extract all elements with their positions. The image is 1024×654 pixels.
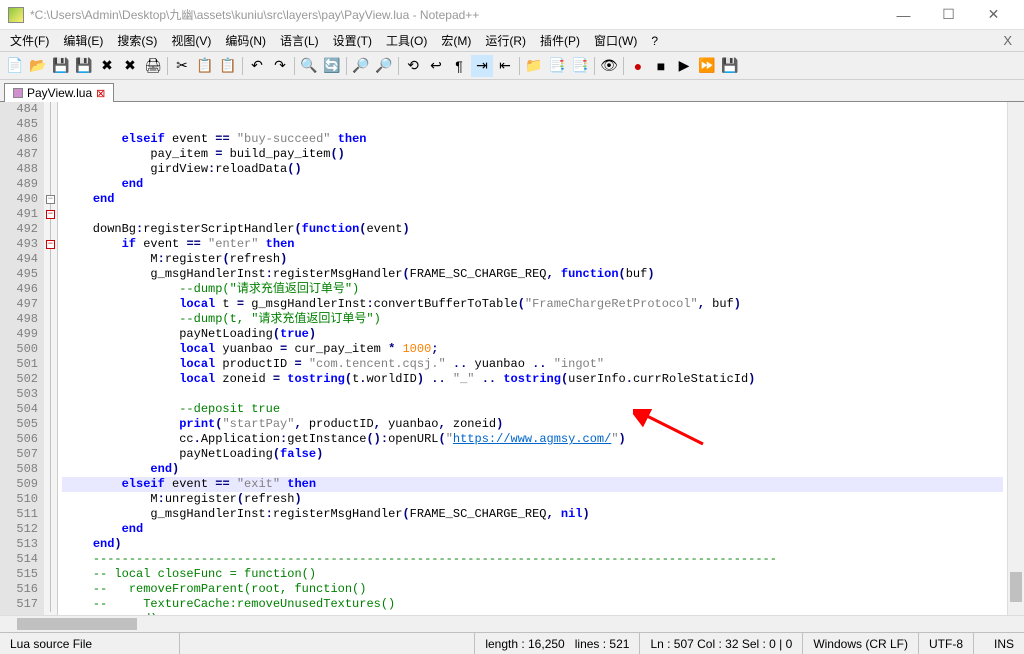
vertical-scrollbar[interactable] — [1007, 102, 1024, 615]
open-icon[interactable]: 📂 — [27, 55, 49, 77]
indent-icon[interactable]: ⇥ — [471, 55, 493, 77]
horizontal-scrollbar[interactable] — [0, 615, 1024, 632]
titlebar: *C:\Users\Admin\Desktop\九幽\assets\kuniu\… — [0, 0, 1024, 30]
map-icon[interactable]: 📑 — [569, 55, 591, 77]
app-icon — [8, 7, 24, 23]
tab-label: PayView.lua — [27, 86, 92, 100]
funclist-icon[interactable]: 📑 — [546, 55, 568, 77]
status-length: length : 16,250 lines : 521 — [475, 633, 640, 654]
status-encoding: UTF-8 — [919, 633, 974, 654]
line-gutter: 4844854864874884894904914924934944954964… — [0, 102, 44, 615]
menu-window[interactable]: 窗口(W) — [588, 30, 643, 51]
fold-column[interactable]: −−− — [44, 102, 58, 615]
sync-icon[interactable]: ⟲ — [402, 55, 424, 77]
menubar: 文件(F) 编辑(E) 搜索(S) 视图(V) 编码(N) 语言(L) 设置(T… — [0, 30, 1024, 52]
closeall-icon[interactable]: ✖ — [119, 55, 141, 77]
menu-view[interactable]: 视图(V) — [165, 30, 217, 51]
tab-payview[interactable]: PayView.lua ⊠ — [4, 83, 114, 102]
zoomin-icon[interactable]: 🔎 — [350, 55, 372, 77]
status-eol: Windows (CR LF) — [803, 633, 919, 654]
menu-language[interactable]: 语言(L) — [274, 30, 325, 51]
close-button[interactable]: ✕ — [971, 1, 1016, 29]
menu-tools[interactable]: 工具(O) — [380, 30, 433, 51]
tabbar: PayView.lua ⊠ — [0, 80, 1024, 102]
menu-encoding[interactable]: 编码(N) — [219, 30, 272, 51]
play-icon[interactable]: ▶ — [673, 55, 695, 77]
redo-icon[interactable]: ↷ — [269, 55, 291, 77]
tab-close-icon[interactable]: ⊠ — [96, 87, 105, 100]
find-icon[interactable]: 🔍 — [298, 55, 320, 77]
status-mode: INS — [974, 633, 1024, 654]
menu-plugins[interactable]: 插件(P) — [534, 30, 586, 51]
wrap-icon[interactable]: ↩ — [425, 55, 447, 77]
zoomout-icon[interactable]: 🔎 — [373, 55, 395, 77]
file-icon — [13, 88, 23, 98]
cut-icon[interactable]: ✂ — [171, 55, 193, 77]
menu-macro[interactable]: 宏(M) — [435, 30, 477, 51]
save-icon[interactable]: 💾 — [50, 55, 72, 77]
code-area[interactable]: elseif event == "buy-succeed" then pay_i… — [58, 102, 1007, 615]
hidden-icon[interactable]: ¶ — [448, 55, 470, 77]
minimize-button[interactable]: — — [881, 1, 926, 29]
editor[interactable]: 4844854864874884894904914924934944954964… — [0, 102, 1024, 615]
menu-search[interactable]: 搜索(S) — [111, 30, 163, 51]
savemacro-icon[interactable]: 💾 — [719, 55, 741, 77]
playmulti-icon[interactable]: ⏩ — [696, 55, 718, 77]
scroll-thumb[interactable] — [1010, 572, 1022, 602]
statusbar: Lua source File length : 16,250 lines : … — [0, 632, 1024, 654]
copy-icon[interactable]: 📋 — [194, 55, 216, 77]
undo-icon[interactable]: ↶ — [246, 55, 268, 77]
maximize-button[interactable]: ☐ — [926, 1, 971, 29]
stop-icon[interactable]: ■ — [650, 55, 672, 77]
monitor-icon[interactable]: 👁 — [598, 55, 620, 77]
close-icon[interactable]: ✖ — [96, 55, 118, 77]
folder-icon[interactable]: 📁 — [523, 55, 545, 77]
saveall-icon[interactable]: 💾 — [73, 55, 95, 77]
window-controls: — ☐ ✕ — [881, 1, 1016, 29]
status-filetype: Lua source File — [0, 633, 180, 654]
hscroll-thumb[interactable] — [17, 618, 137, 630]
print-icon[interactable]: 🖨 — [142, 55, 164, 77]
record-icon[interactable]: ● — [627, 55, 649, 77]
menu-help[interactable]: ? — [645, 32, 664, 50]
window-title: *C:\Users\Admin\Desktop\九幽\assets\kuniu\… — [30, 6, 881, 23]
menu-settings[interactable]: 设置(T) — [327, 30, 378, 51]
menu-close-x[interactable]: X — [995, 33, 1020, 48]
replace-icon[interactable]: 🔄 — [321, 55, 343, 77]
menu-file[interactable]: 文件(F) — [4, 30, 55, 51]
toolbar: 📄 📂 💾 💾 ✖ ✖ 🖨 ✂ 📋 📋 ↶ ↷ 🔍 🔄 🔎 🔎 ⟲ ↩ ¶ ⇥ … — [0, 52, 1024, 80]
indent2-icon[interactable]: ⇤ — [494, 55, 516, 77]
menu-run[interactable]: 运行(R) — [479, 30, 532, 51]
paste-icon[interactable]: 📋 — [217, 55, 239, 77]
new-icon[interactable]: 📄 — [4, 55, 26, 77]
menu-edit[interactable]: 编辑(E) — [57, 30, 109, 51]
status-position: Ln : 507 Col : 32 Sel : 0 | 0 — [640, 633, 803, 654]
